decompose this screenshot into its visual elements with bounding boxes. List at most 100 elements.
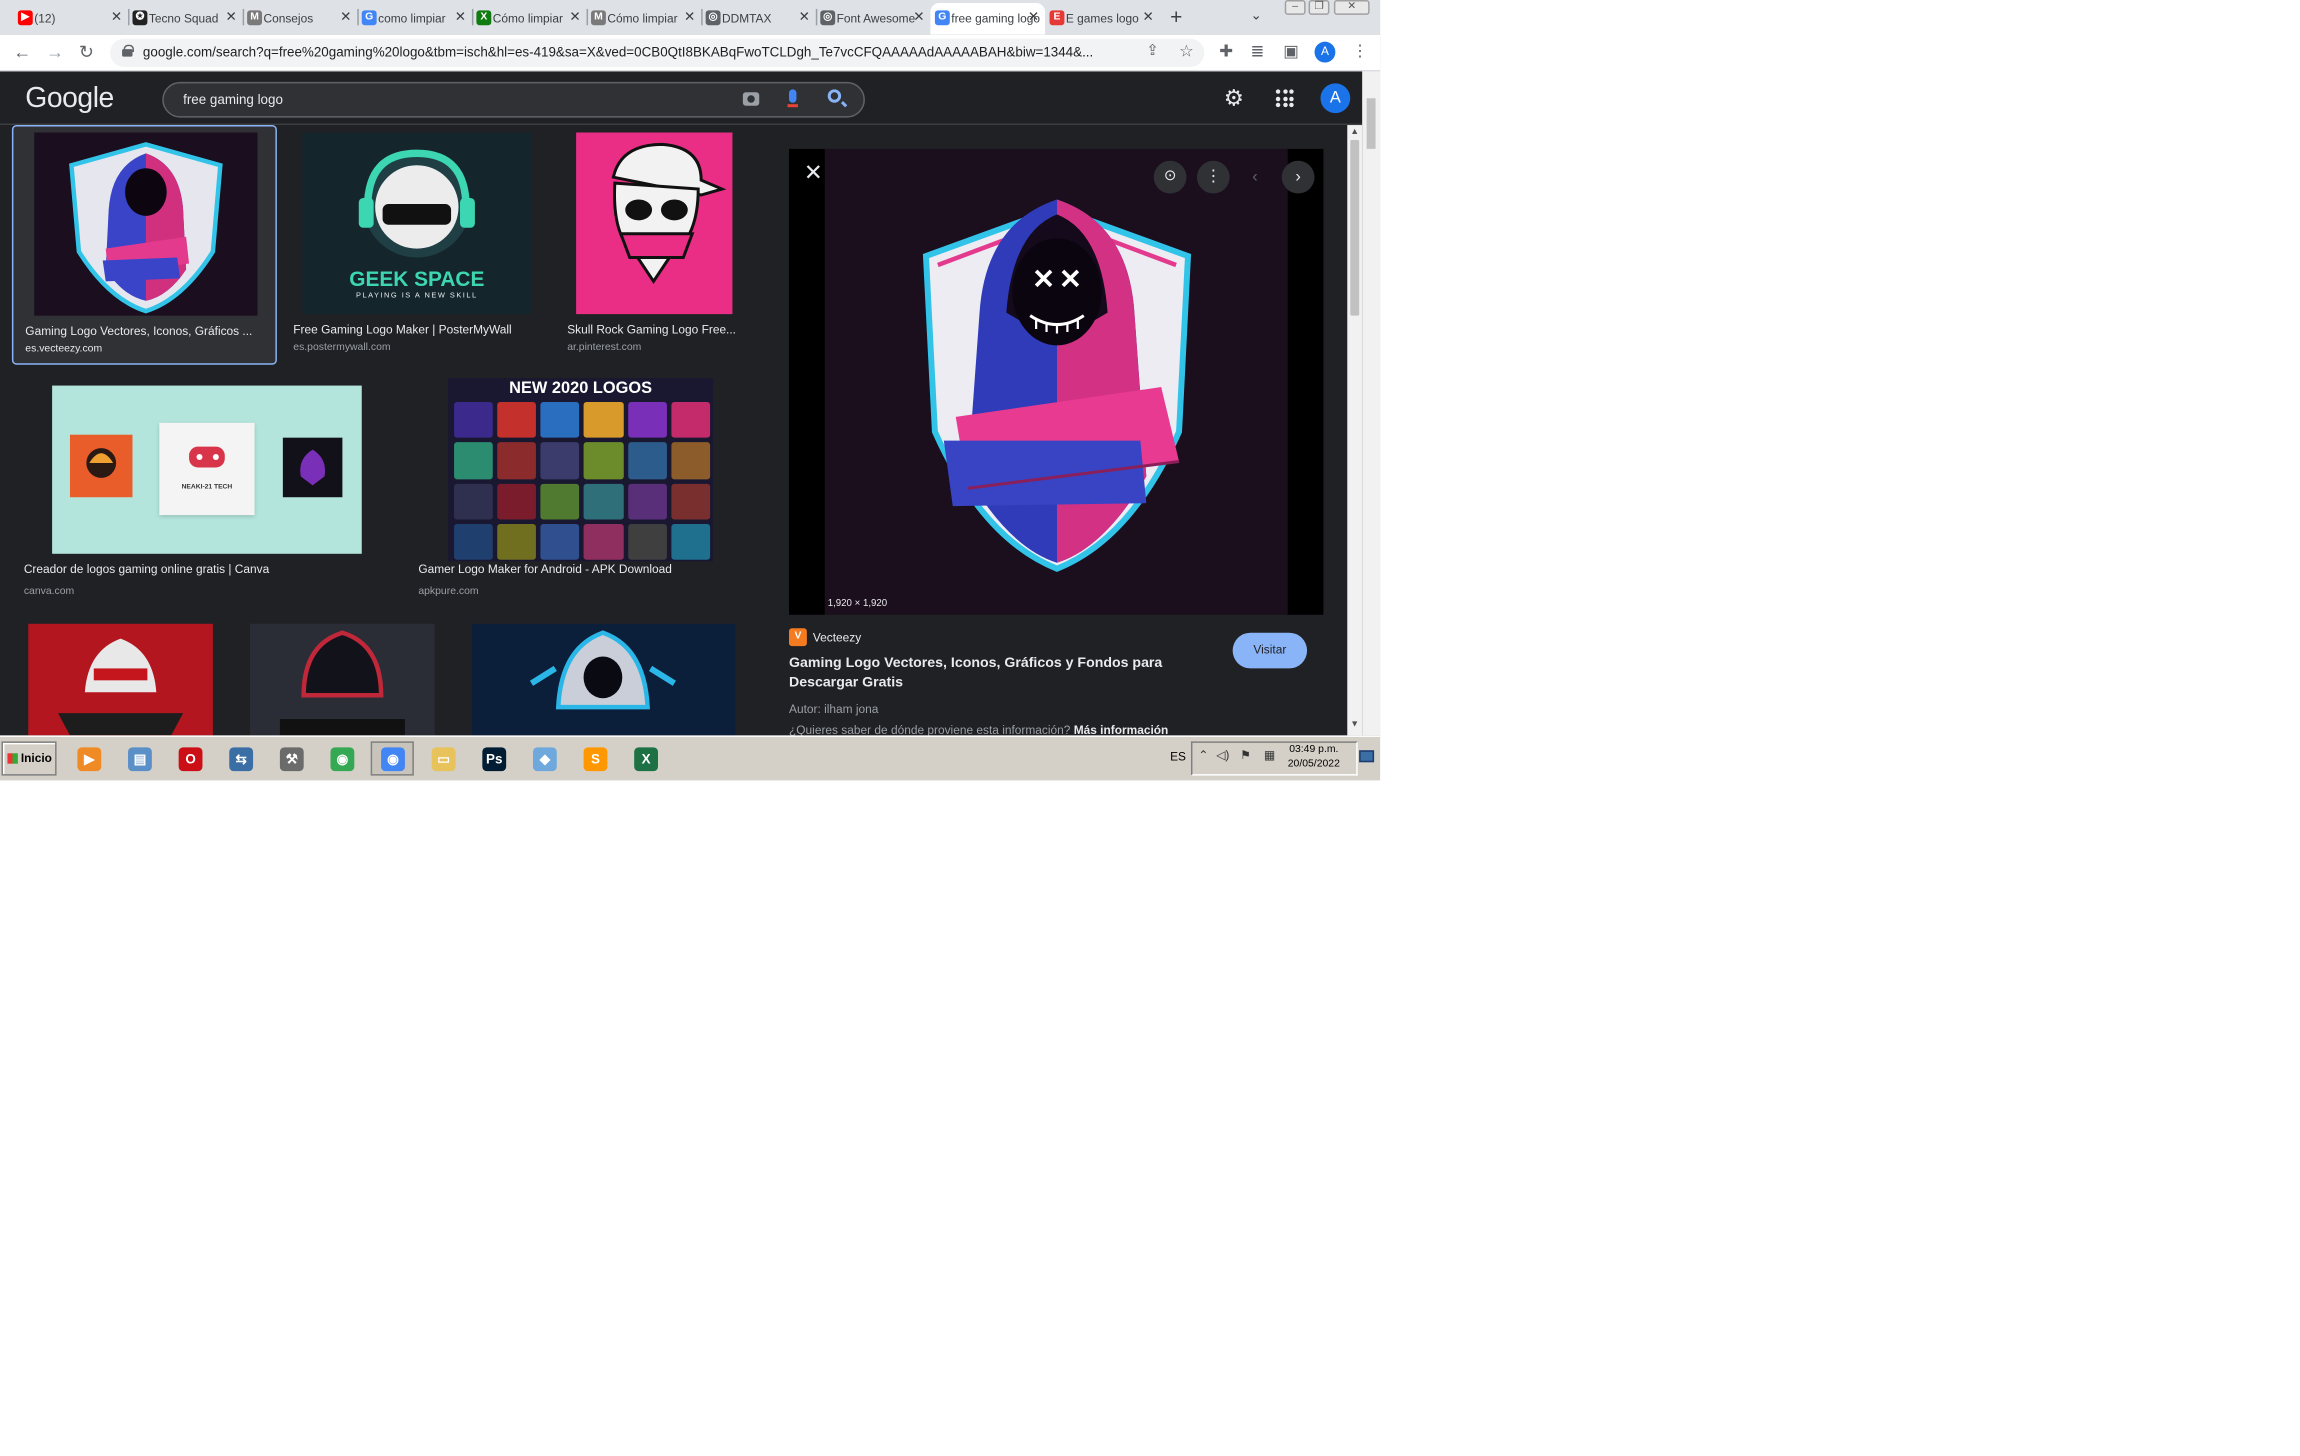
preview-site-name[interactable]: Vecteezy (813, 631, 861, 644)
taskbar-app-3[interactable]: O (168, 741, 211, 775)
minimize-button[interactable]: – (1284, 0, 1306, 15)
taskbar-app-7[interactable]: ◉ (370, 741, 414, 776)
result-caption[interactable]: Skull Rock Gaming Logo Free... (567, 323, 746, 336)
reload-icon[interactable]: ↻ (79, 42, 94, 63)
settings-gear-icon[interactable]: ⚙ (1224, 85, 1244, 111)
preview-title[interactable]: Gaming Logo Vectores, Iconos, Gráficos y… (789, 654, 1191, 693)
result-thumbnail[interactable] (34, 132, 258, 316)
result-caption[interactable]: Gamer Logo Maker for Android - APK Downl… (418, 563, 753, 576)
volume-icon[interactable]: ◁) (1216, 749, 1229, 762)
scrollbar-thumb[interactable] (1350, 139, 1360, 316)
preview-image[interactable]: ✕ ⊙ ⋮ ‹ › 1,920 × 1,920 (789, 148, 1324, 615)
taskbar-app-6[interactable]: ◉ (320, 741, 363, 775)
close-tab-icon[interactable]: ✕ (684, 9, 695, 25)
lock-icon[interactable] (122, 44, 134, 57)
taskbar-app-1[interactable]: ▶ (67, 741, 110, 775)
tab-search-icon[interactable]: ⌄ (1251, 7, 1262, 23)
bookmark-star-icon[interactable]: ☆ (1179, 42, 1194, 61)
scroll-down-icon[interactable]: ▼ (1350, 721, 1359, 730)
visit-button[interactable]: Visitar (1232, 632, 1308, 669)
restore-button[interactable]: ❐ (1308, 0, 1330, 15)
result-card-3[interactable]: Skull Rock Gaming Logo Free... ar.pinter… (566, 125, 751, 365)
taskbar-app-5[interactable]: ⚒ (269, 741, 312, 775)
browser-tab-7[interactable]: ◎ DDMTAX ✕ (701, 3, 816, 34)
result-caption[interactable]: Free Gaming Logo Maker | PosterMyWall (293, 323, 531, 336)
address-bar[interactable]: google.com/search?q=free%20gaming%20logo… (110, 38, 1205, 67)
result-thumbnail[interactable] (576, 132, 733, 315)
browser-tab-8[interactable]: ◎ Font Awesome ✕ (816, 3, 931, 34)
show-hidden-icons-icon[interactable]: ⌃ (1198, 749, 1208, 762)
result-thumbnail[interactable]: NEAKI-21 TECH (52, 385, 362, 554)
search-box[interactable] (162, 81, 865, 118)
page-scrollbar[interactable] (1362, 71, 1381, 736)
network-tray-icon[interactable]: ▦ (1264, 749, 1275, 762)
browser-tab-6[interactable]: M Cómo limpiar ✕ (587, 3, 702, 34)
result-source[interactable]: es.vecteezy.com (25, 344, 102, 354)
taskbar-app-9[interactable]: Ps (472, 741, 515, 775)
result-source[interactable]: ar.pinterest.com (567, 342, 641, 352)
taskbar-app-2[interactable]: ▤ (118, 741, 161, 775)
browser-tab-4[interactable]: Gcomo limpiar ✕ (357, 3, 472, 34)
close-tab-icon[interactable]: ✕ (569, 9, 580, 25)
camera-search-icon[interactable] (742, 92, 760, 106)
result-caption[interactable]: Gaming Logo Vectores, Iconos, Gráficos .… (25, 325, 266, 338)
result-card-1[interactable]: Gaming Logo Vectores, Iconos, Gráficos .… (11, 125, 277, 365)
taskbar-app-11[interactable]: S (573, 741, 616, 775)
page-scrollbar-thumb[interactable] (1366, 98, 1376, 149)
result-thumbnail[interactable]: GEEK SPACE PLAYING IS A NEW SKILL (302, 132, 532, 315)
result-thumbnail-7[interactable] (250, 623, 435, 736)
close-tab-icon[interactable]: ✕ (1143, 9, 1154, 25)
result-card-4[interactable]: NEAKI-21 TECH Creador de logos gaming on… (24, 378, 381, 604)
system-clock[interactable]: 03:49 p.m. 20/05/2022 (1288, 743, 1340, 773)
menu-icon[interactable]: ⋮ (1352, 42, 1368, 61)
result-source[interactable]: canva.com (24, 587, 74, 597)
extensions-icon[interactable]: ✚ (1219, 42, 1233, 61)
forward-icon[interactable]: → (46, 42, 64, 63)
next-image-icon[interactable]: › (1281, 160, 1315, 194)
close-tab-icon[interactable]: ✕ (225, 9, 236, 25)
taskbar-app-4[interactable]: ⇆ (219, 741, 262, 775)
url-text[interactable]: google.com/search?q=free%20gaming%20logo… (143, 45, 1133, 60)
search-icon[interactable] (827, 89, 842, 103)
result-thumbnail-6[interactable] (28, 623, 213, 736)
close-tab-icon[interactable]: ✕ (799, 9, 810, 25)
media-control-icon[interactable]: ≣ (1251, 42, 1265, 61)
start-button[interactable]: Inicio (1, 741, 57, 776)
browser-tab-3[interactable]: M Consejos ✕ (243, 3, 358, 34)
share-icon[interactable]: ⇪ (1146, 43, 1158, 59)
result-caption[interactable]: Creador de logos gaming online gratis | … (24, 563, 381, 576)
browser-tab-10[interactable]: EE games logo ✕ (1045, 3, 1160, 34)
browser-tab-9[interactable]: Gfree gaming logo ✕ (930, 2, 1046, 35)
language-indicator[interactable]: ES (1170, 750, 1186, 763)
close-tab-icon[interactable]: ✕ (1028, 9, 1039, 25)
account-avatar[interactable]: A (1320, 83, 1351, 114)
search-input[interactable] (183, 89, 720, 111)
browser-tab-1[interactable]: ▶ (12) ✕ (13, 3, 128, 34)
scroll-up-icon[interactable]: ▲ (1350, 128, 1359, 137)
close-tab-icon[interactable]: ✕ (111, 9, 122, 25)
flag-icon[interactable]: ⚑ (1240, 749, 1251, 762)
result-thumbnail[interactable]: NEW 2020 LOGOS (448, 378, 714, 562)
microphone-icon[interactable] (787, 89, 798, 108)
result-source[interactable]: es.postermywall.com (293, 342, 390, 352)
google-logo[interactable]: Google (25, 83, 114, 116)
taskbar-app-12[interactable]: X (624, 741, 667, 775)
show-desktop-icon[interactable] (1359, 750, 1375, 763)
taskbar-app-10[interactable]: ◆ (523, 741, 566, 775)
back-icon[interactable]: ← (13, 42, 31, 63)
result-card-2[interactable]: GEEK SPACE PLAYING IS A NEW SKILL Free G… (293, 125, 532, 365)
taskbar-app-8[interactable]: ▭ (421, 741, 464, 775)
close-tab-icon[interactable]: ✕ (340, 9, 351, 25)
more-options-icon[interactable]: ⋮ (1196, 160, 1230, 194)
side-panel-icon[interactable]: ▣ (1283, 42, 1298, 61)
preview-scrollbar[interactable]: ▲ ▼ (1347, 125, 1363, 736)
result-card-5[interactable]: NEW 2020 LOGOS Gamer Logo Maker for Andr… (418, 378, 753, 604)
google-apps-icon[interactable] (1275, 89, 1294, 108)
browser-tab-5[interactable]: X Cómo limpiar ✕ (472, 3, 587, 34)
result-source[interactable]: apkpure.com (418, 587, 478, 597)
previous-image-icon[interactable]: ‹ (1239, 161, 1272, 194)
new-tab-button[interactable]: + (1170, 4, 1182, 28)
lens-search-icon[interactable]: ⊙ (1153, 160, 1187, 194)
browser-tab-2[interactable]: ✪ Tecno Squad ✕ (128, 3, 243, 34)
close-tab-icon[interactable]: ✕ (455, 9, 466, 25)
